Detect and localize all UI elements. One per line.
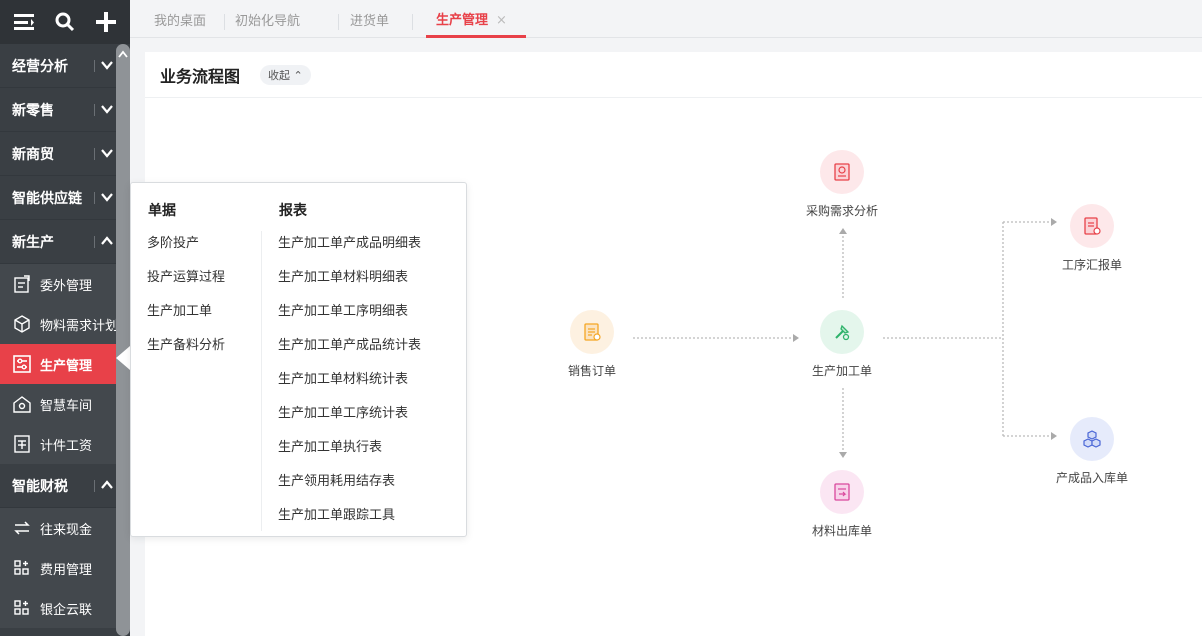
chevron-down-icon[interactable] [100,146,114,160]
scroll-up-icon[interactable] [118,50,128,58]
tab-bar: 我的桌面 初始化导航 进货单 生产管理 × [130,0,1202,38]
close-icon[interactable]: × [496,13,507,28]
documents-heading: 单据 [148,203,176,219]
submenu-popup: 单据 报表 多阶投产 投产运算过程 生产加工单 生产备料分析 生产加工单产成品明… [130,182,467,537]
nav-section-new-commerce[interactable]: 新商贸 [0,132,130,176]
plus-icon[interactable] [92,8,120,36]
chevron-up-icon[interactable] [100,478,114,492]
sidebar-item-piecework-wage[interactable]: 计件工资 [0,424,116,464]
report-link[interactable]: 生产加工单产成品统计表 [278,334,421,353]
flow-node-sales-order[interactable]: 销售订单 [547,310,637,379]
sales-order-icon [570,310,614,354]
report-link[interactable]: 生产加工单材料明细表 [278,266,408,285]
tab-purchase-order[interactable]: 进货单 [350,0,389,38]
expense-icon [14,560,29,575]
flow-node-material-out[interactable]: 材料出库单 [797,470,887,539]
sidebar-item-expense-management[interactable]: 费用管理 [0,548,116,588]
bank-icon [14,600,29,615]
production-icon [13,355,31,373]
submenu-item[interactable]: 投产运算过程 [147,266,225,285]
submenu-item[interactable]: 生产备料分析 [147,334,225,353]
chevron-down-icon[interactable] [100,58,114,72]
flow-node-purchase-analysis[interactable]: 采购需求分析 [797,150,887,219]
reports-heading: 报表 [279,203,307,219]
finished-goods-icon [1070,417,1114,461]
submenu-item[interactable]: 多阶投产 [147,232,199,251]
column-divider [261,231,262,531]
purchase-analysis-icon [820,150,864,194]
report-link[interactable]: 生产加工单跟踪工具 [278,504,395,523]
process-report-icon [1070,204,1114,248]
flow-node-production-order[interactable]: 生产加工单 [797,310,887,379]
report-link[interactable]: 生产加工单材料统计表 [278,368,408,387]
cube-icon [14,315,30,333]
production-order-icon [820,310,864,354]
sidebar: 经营分析 新零售 新商贸 智能供应链 新生产 委外管理 物料需求计划 生产管理 … [0,0,130,636]
collapse-button[interactable]: 收起 ⌃ [260,64,311,85]
submenu-item[interactable]: 生产加工单 [147,300,212,319]
report-link[interactable]: 生产加工单工序明细表 [278,300,408,319]
sidebar-scrollbar[interactable] [116,44,130,636]
workshop-icon [13,396,31,413]
tab-init-guide[interactable]: 初始化导航 [235,0,300,38]
nav-section-supply-chain[interactable]: 智能供应链 [0,176,130,220]
chevron-down-icon[interactable] [100,190,114,204]
sidebar-item-smart-workshop[interactable]: 智慧车间 [0,384,116,424]
tab-my-desktop[interactable]: 我的桌面 [154,0,206,38]
sidebar-item-production-management[interactable]: 生产管理 [0,344,116,384]
nav-section-new-production[interactable]: 新生产 [0,220,130,264]
nav-section-new-retail[interactable]: 新零售 [0,88,130,132]
menu-icon[interactable] [10,8,38,36]
tab-production-management[interactable]: 生产管理 × [426,0,526,38]
flow-node-process-report[interactable]: 工序汇报单 [1047,204,1137,273]
material-out-icon [820,470,864,514]
piecework-icon [14,435,30,453]
flow-node-finished-in[interactable]: 产成品入库单 [1047,417,1137,486]
nav-section-business-analysis[interactable]: 经营分析 [0,44,130,88]
sidebar-item-mrp[interactable]: 物料需求计划 [0,304,116,344]
chevron-down-icon[interactable] [100,102,114,116]
panel-header: 业务流程图 收起 ⌃ [145,52,1202,98]
outsourcing-icon [14,275,30,293]
sidebar-item-cash-flow[interactable]: 往来现金 [0,508,116,548]
sidebar-item-outsourcing[interactable]: 委外管理 [0,264,116,304]
nav-section-smart-finance[interactable]: 智能财税 [0,464,130,508]
report-link[interactable]: 生产加工单执行表 [278,436,382,455]
sidebar-item-bank-link[interactable]: 银企云联 [0,588,116,628]
page-title: 业务流程图 [160,66,241,86]
report-link[interactable]: 生产加工单工序统计表 [278,402,408,421]
search-icon[interactable] [51,8,79,36]
chevron-up-icon[interactable] [100,234,114,248]
active-item-pointer [116,346,130,370]
report-link[interactable]: 生产领用耗用结存表 [278,470,395,489]
sidebar-toolbar [0,0,130,44]
exchange-icon [14,521,30,535]
report-link[interactable]: 生产加工单产成品明细表 [278,232,421,251]
